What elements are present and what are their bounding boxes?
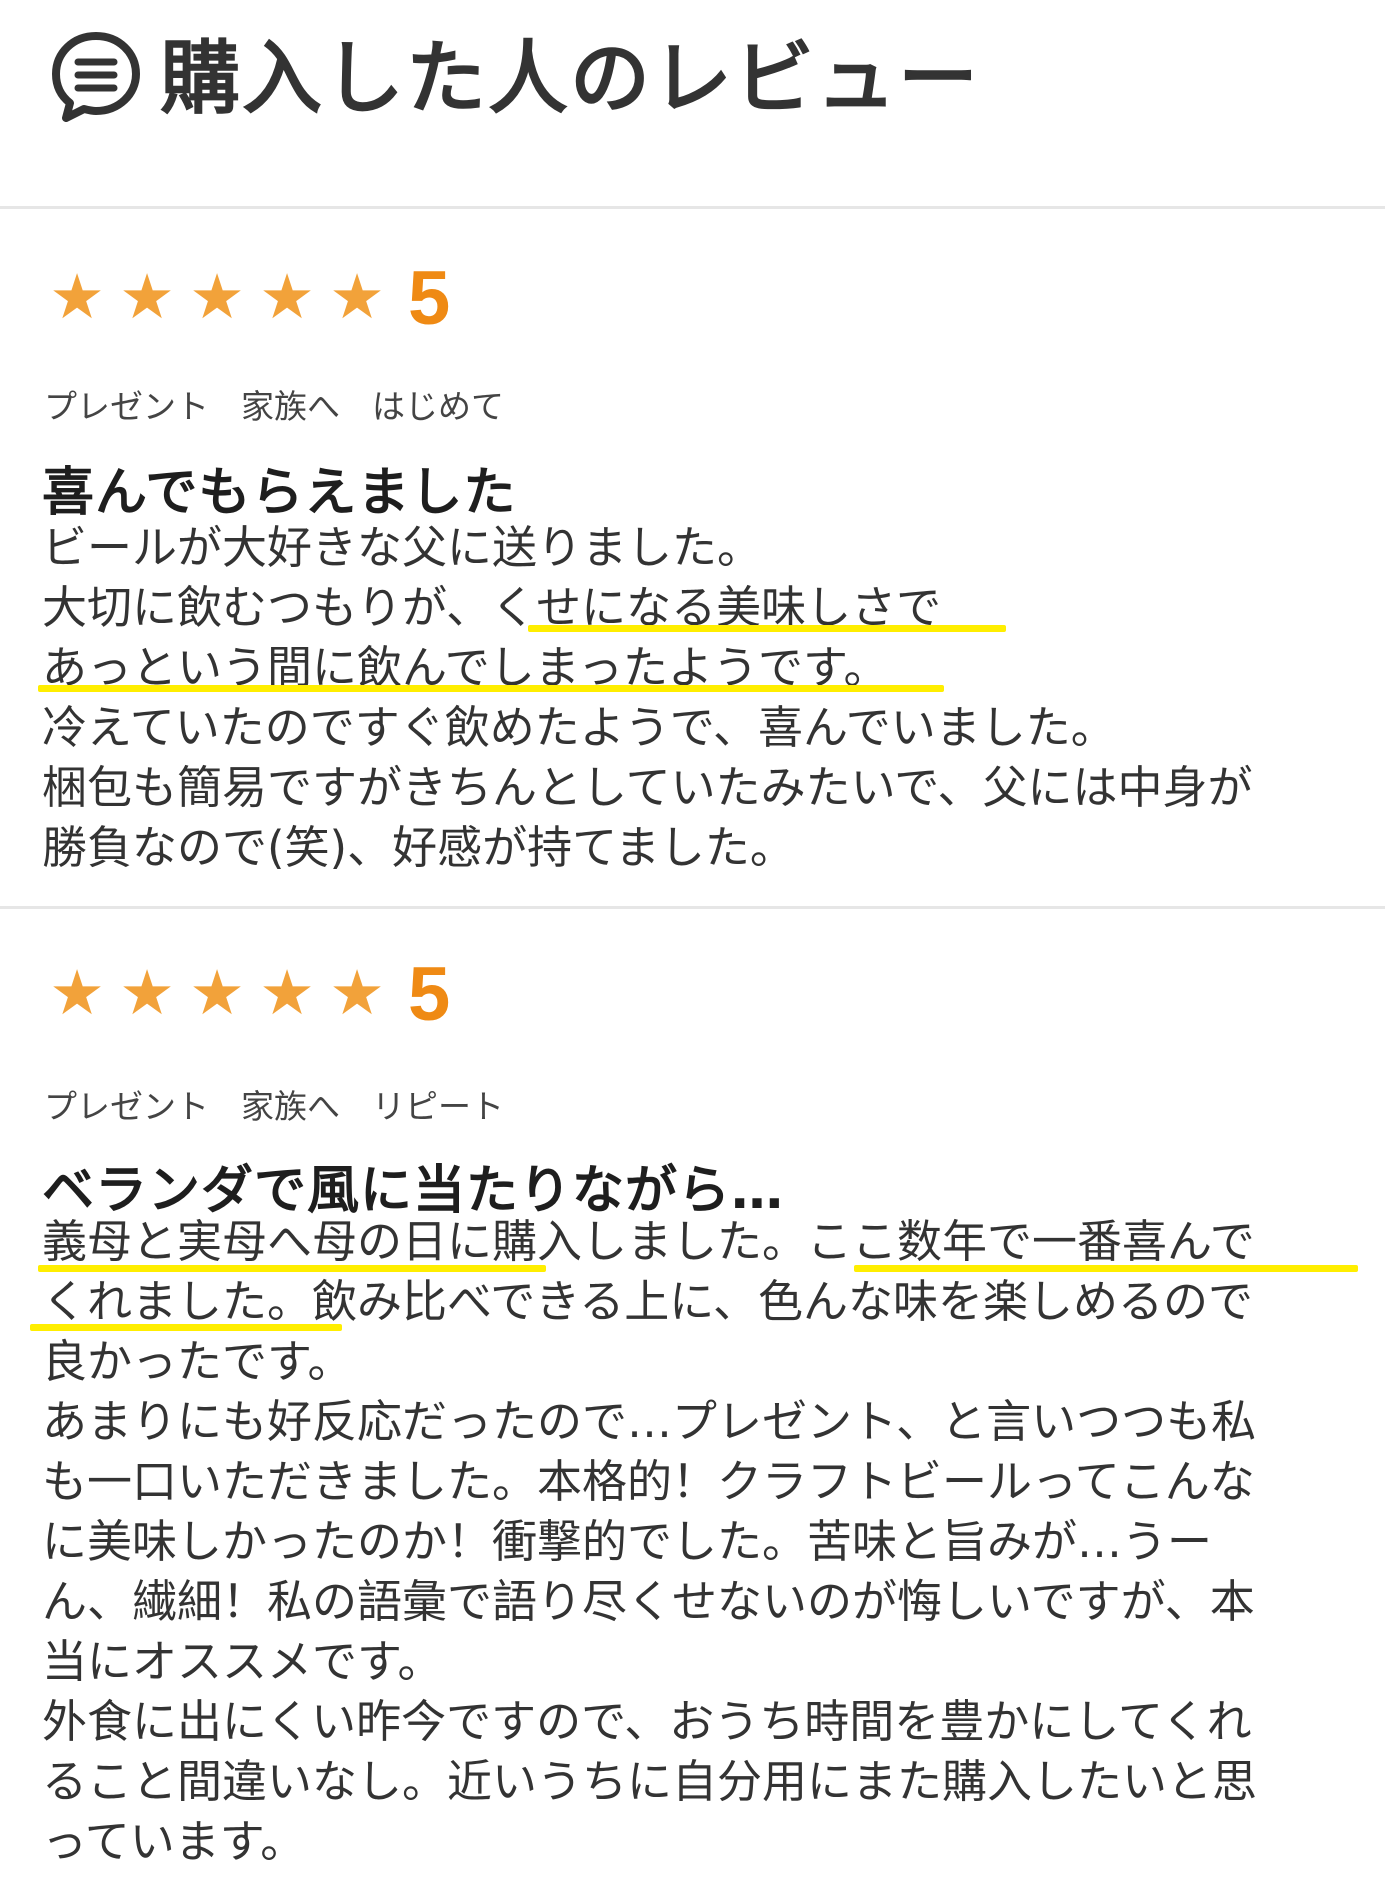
review-line: くれました。飲み比べできる上に、色んな味を楽しめるので (42, 1275, 1253, 1328)
review-line: あまりにも好反応だったので…プレゼント、と言いつつも私 (42, 1395, 1257, 1448)
stars: ★ ★ ★ ★ ★ (42, 262, 392, 332)
review-title: 喜んでもらえました (42, 463, 517, 523)
review-line: ビールが大好きな父に送りました。 (42, 521, 763, 574)
rating-value: 5 (408, 256, 451, 341)
tag: プレゼント (44, 1087, 209, 1126)
review-line: も一口いただきました。本格的！クラフトビールってこんな (42, 1455, 1255, 1508)
review-line: 義母と実母へ母の日に購入しました。ここ数年で一番喜んで (42, 1215, 1255, 1268)
star-icon: ★ (329, 956, 385, 1029)
tag: プレゼント (44, 387, 209, 426)
highlight-underline (38, 685, 944, 692)
review-tags: プレゼント 家族へ リピート (44, 1080, 536, 1128)
review-body: 義母と実母へ母の日に購入しました。ここ数年で一番喜んで くれました。飲み比べでき… (42, 1212, 1257, 1872)
stars: ★ ★ ★ ★ ★ (42, 958, 392, 1028)
review-line: 冷えていたのですぐ飲めたようで、喜んでいました。 (42, 701, 1116, 754)
page-title: 購入した人のレビュー (160, 32, 980, 125)
review-divider (0, 906, 1385, 909)
review-line: 外食に出にくい昨今ですので、おうち時間を豊かにしてくれ (42, 1695, 1252, 1748)
header-divider (0, 206, 1385, 209)
highlight-underline (528, 625, 1006, 632)
tag: はじめて (372, 387, 504, 426)
rating-value: 5 (408, 952, 451, 1037)
star-icon: ★ (259, 260, 315, 333)
review-line: に美味しかったのか！衝撃的でした。苦味と旨みが…うー (42, 1515, 1213, 1568)
tag: リピート (372, 1087, 504, 1126)
review-line: ること間違いなし。近いうちに自分用にまた購入したいと思 (42, 1755, 1258, 1808)
reviews-header: 購入した人のレビュー (0, 0, 1399, 208)
highlight-underline (854, 1265, 1358, 1272)
review-line: 良かったです。 (42, 1335, 353, 1388)
highlight-underline (38, 1265, 546, 1272)
star-icon: ★ (329, 260, 385, 333)
highlight-underline (30, 1324, 342, 1331)
star-icon: ★ (189, 956, 245, 1029)
review-line: 当にオススメです。 (42, 1635, 443, 1688)
star-icon: ★ (49, 260, 105, 333)
tag: 家族へ (241, 1087, 340, 1126)
review-line: っています。 (42, 1815, 306, 1868)
star-icon: ★ (119, 260, 175, 333)
review-tags: プレゼント 家族へ はじめて (44, 380, 536, 428)
star-icon: ★ (259, 956, 315, 1029)
review-line: ん、繊細！私の語彙で語り尽くせないのが悔しいですが、本 (42, 1575, 1255, 1628)
review-line: 勝負なので(笑)、好感が持てました。 (42, 821, 795, 874)
star-icon: ★ (189, 260, 245, 333)
tag: 家族へ (241, 387, 340, 426)
chat-bubble-icon (52, 32, 140, 122)
star-icon: ★ (49, 956, 105, 1029)
review-line: 梱包も簡易ですがきちんとしていたみたいで、父には中身が (42, 761, 1253, 814)
review-body: ビールが大好きな父に送りました。 大切に飲むつもりが、くせになる美味しさで あっ… (42, 518, 1253, 878)
star-icon: ★ (119, 956, 175, 1029)
